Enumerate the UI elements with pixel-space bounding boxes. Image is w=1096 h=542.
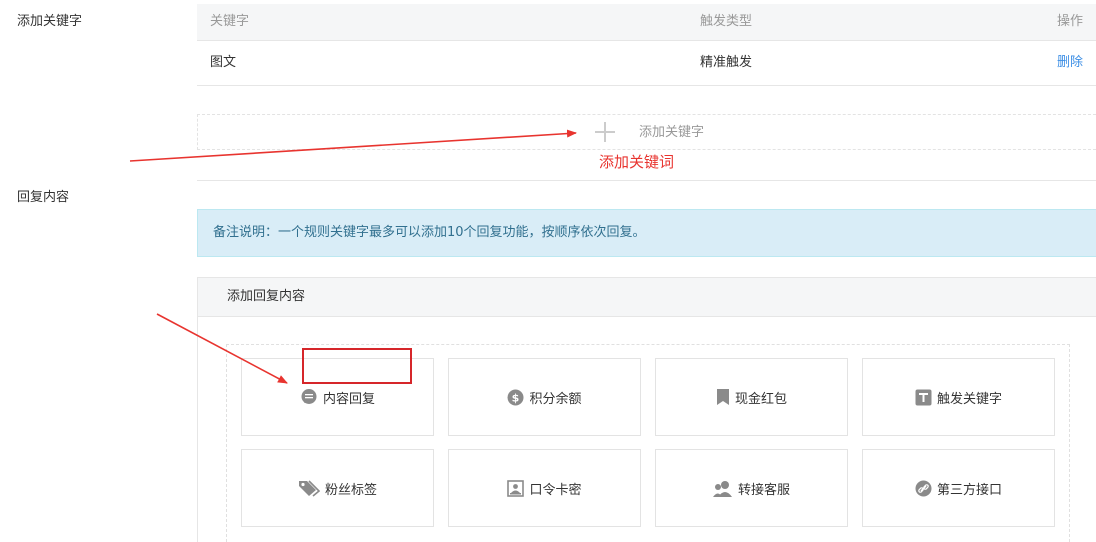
- annotation-arrows: [129, 129, 577, 384]
- arrow-to-content-reply: [156, 313, 288, 384]
- arrow-to-add-keyword: [129, 129, 577, 162]
